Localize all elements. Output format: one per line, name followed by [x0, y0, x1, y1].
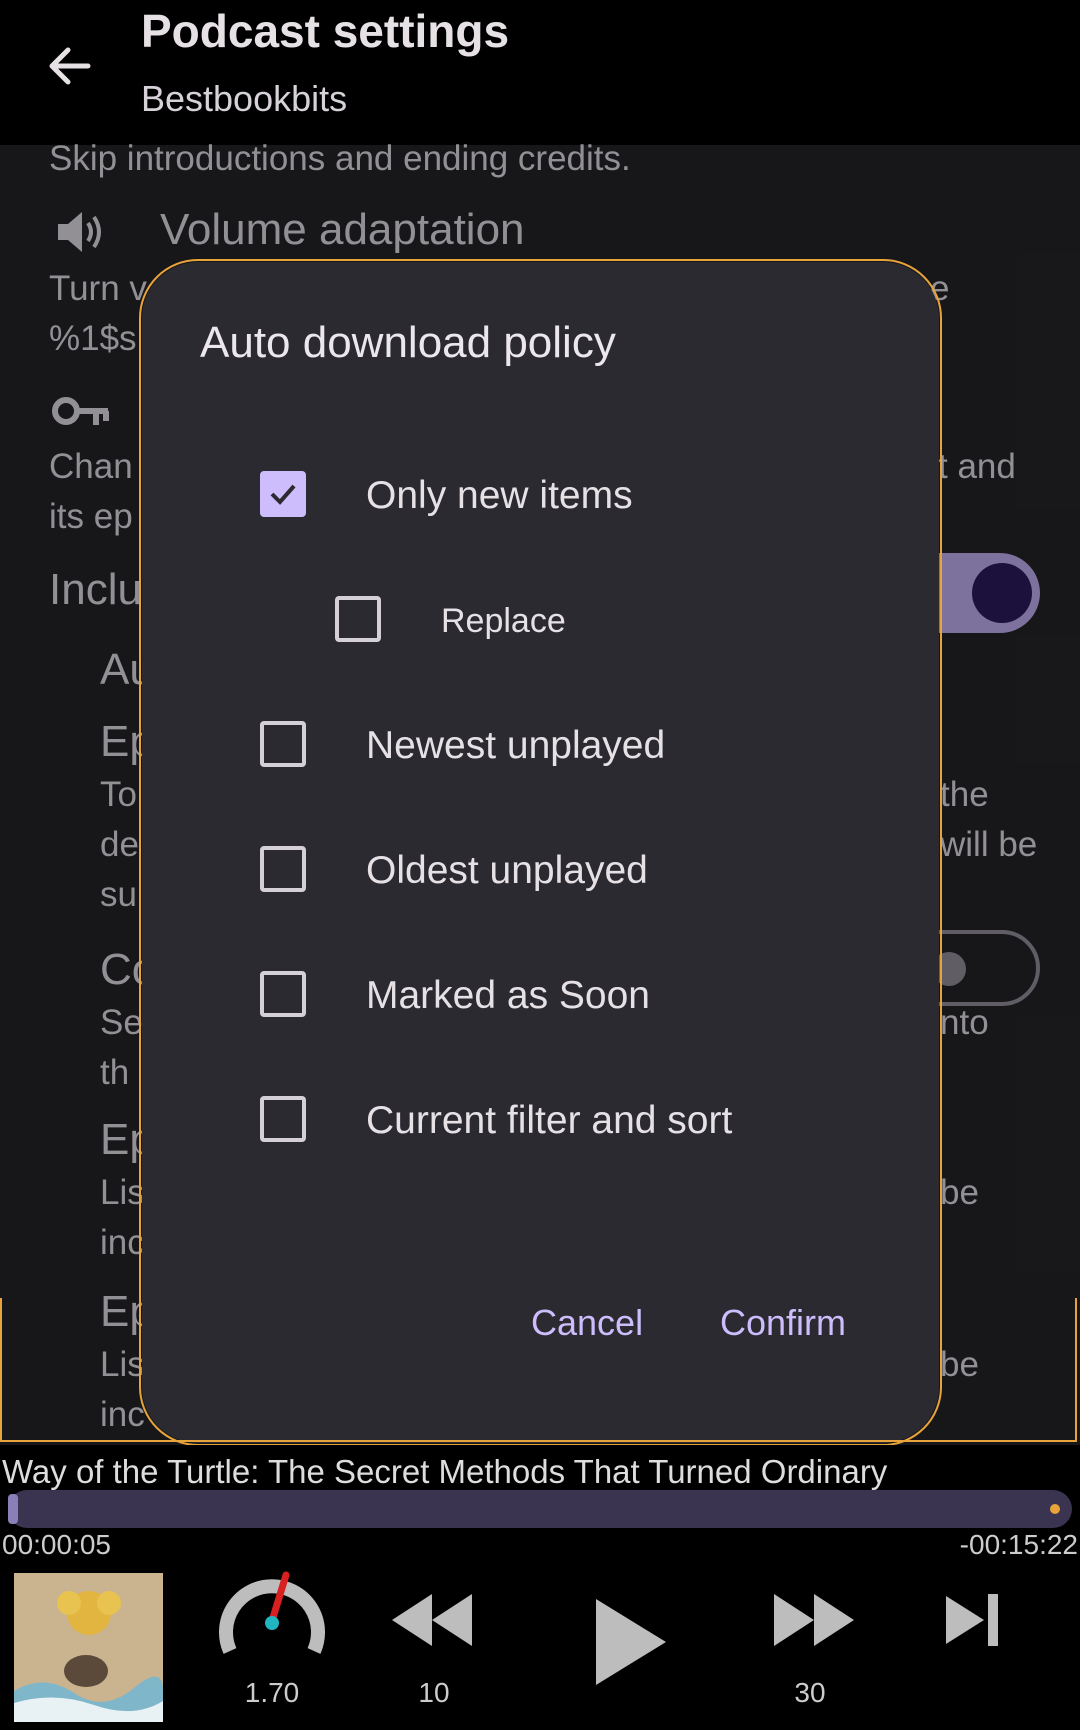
option-label: Only new items [366, 474, 633, 517]
forward-label: 30 [794, 1677, 826, 1708]
rewind-icon[interactable] [390, 1590, 474, 1650]
checkbox-checked[interactable] [260, 471, 306, 517]
option-label: Marked as Soon [366, 974, 650, 1017]
rewind-label: 10 [418, 1677, 450, 1708]
cover-art[interactable] [14, 1573, 163, 1722]
cancel-button[interactable]: Cancel [531, 1302, 643, 1344]
option-current-filter-and-sort[interactable]: Current filter and sort [142, 1083, 939, 1163]
seek-progress [8, 1494, 18, 1524]
speed-label: 1.70 [244, 1677, 300, 1708]
dialog-title: Auto download policy [200, 318, 616, 367]
seek-end-dot [1050, 1504, 1060, 1514]
track-title[interactable]: Way of the Turtle: The Secret Methods Th… [2, 1453, 887, 1491]
confirm-button[interactable]: Confirm [720, 1302, 846, 1344]
option-replace[interactable]: Replace [142, 582, 939, 662]
fast-forward-icon[interactable] [772, 1590, 856, 1650]
play-icon[interactable] [592, 1595, 670, 1689]
elapsed-time: 00:00:05 [2, 1529, 111, 1560]
seek-bar[interactable] [8, 1490, 1072, 1528]
page-subtitle: Bestbookbits [141, 78, 348, 119]
remaining-time: -00:15:22 [959, 1529, 1078, 1560]
skip-next-icon[interactable] [942, 1590, 1002, 1650]
option-label: Oldest unplayed [366, 849, 648, 892]
arrow-left-icon[interactable] [44, 40, 96, 92]
auto-download-policy-dialog: Auto download policy Only new items Repl… [139, 259, 942, 1446]
option-newest-unplayed[interactable]: Newest unplayed [142, 708, 939, 788]
checkbox[interactable] [260, 721, 306, 767]
speed-gauge-icon[interactable] [216, 1565, 328, 1665]
option-label: Replace [441, 602, 566, 640]
page-title: Podcast settings [141, 5, 510, 57]
cover-art-image [14, 1573, 163, 1722]
checkbox[interactable] [260, 971, 306, 1017]
check-icon [270, 484, 296, 505]
option-label: Newest unplayed [366, 724, 666, 767]
checkbox[interactable] [260, 1096, 306, 1142]
option-marked-as-soon[interactable]: Marked as Soon [142, 958, 939, 1038]
checkbox[interactable] [260, 846, 306, 892]
option-label: Current filter and sort [366, 1099, 733, 1142]
option-only-new-items[interactable]: Only new items [142, 458, 939, 538]
checkbox[interactable] [335, 596, 381, 642]
app-bar: Podcast settings Bestbookbits [0, 0, 1080, 145]
mini-player: Way of the Turtle: The Secret Methods Th… [0, 1445, 1080, 1730]
option-oldest-unplayed[interactable]: Oldest unplayed [142, 833, 939, 913]
